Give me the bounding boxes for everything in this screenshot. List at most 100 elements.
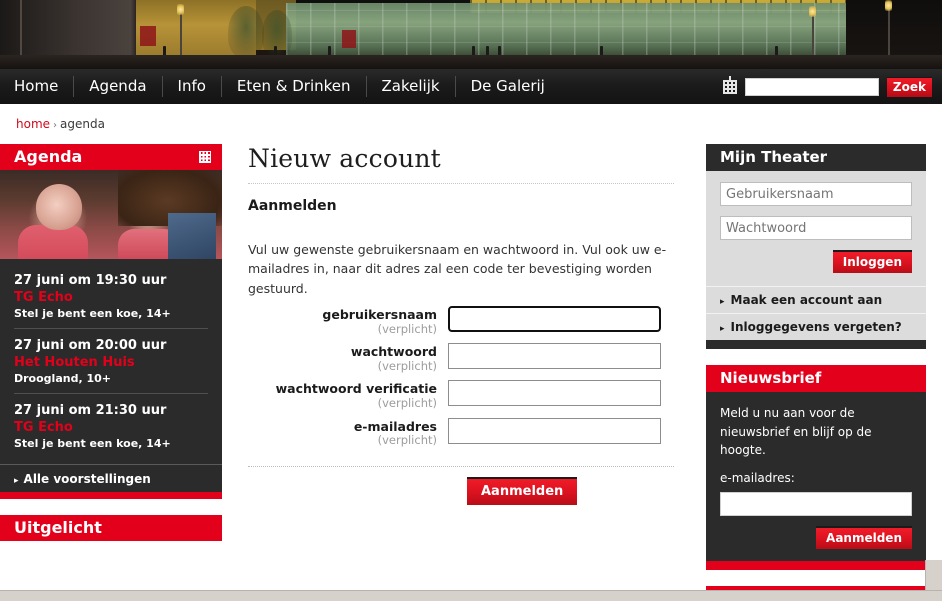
create-account-link[interactable]: ▸ Maak een account aan: [706, 286, 926, 313]
nieuwsbrief-footer: [706, 560, 926, 570]
agenda-item-date: 27 juni om 19:30 uur: [14, 273, 167, 288]
banner-lamp-glow-3: [885, 0, 892, 11]
left-sidebar: Agenda 27 juni om 19:30 uur TG Echo Stel…: [0, 144, 222, 557]
nieuwsbrief-header: Nieuwsbrief: [706, 365, 926, 392]
agenda-item-subtitle: Stel je bent een koe, 14+: [14, 437, 171, 450]
password-verify-required-note: (verplicht): [377, 395, 437, 410]
nieuwsbrief-email-input[interactable]: [720, 491, 912, 516]
main-navigation-bar: Home Agenda Info Eten & Drinken Zakelijk…: [0, 69, 942, 104]
all-performances-link[interactable]: ▸ Alle voorstellingen: [0, 464, 222, 492]
password-input[interactable]: [448, 343, 661, 370]
breadcrumb: home › agenda: [16, 117, 105, 131]
login-button-row: Inloggen: [720, 250, 912, 273]
nav-right-group: Zoek: [722, 75, 942, 97]
page-root: Home Agenda Info Eten & Drinken Zakelijk…: [0, 0, 942, 601]
agenda-item-title[interactable]: Het Houten Huis: [14, 355, 208, 370]
header-banner-image: [0, 0, 942, 69]
register-submit-button[interactable]: Aanmelden: [467, 476, 578, 505]
photo-denim-jacket: [168, 213, 216, 259]
agenda-item-title[interactable]: TG Echo: [14, 420, 208, 435]
agenda-item-title[interactable]: TG Echo: [14, 290, 208, 305]
nieuwsbrief-panel: Nieuwsbrief Meld u nu aan voor de nieuws…: [706, 365, 926, 570]
right-sidebar: Mijn Theater Inloggen ▸ Maak een account …: [706, 144, 926, 601]
banner-ground: [0, 55, 942, 69]
banner-red-poster-1: [140, 26, 156, 46]
agenda-item-date: 27 juni om 21:30 uur: [14, 403, 167, 418]
agenda-list-item[interactable]: 27 juni om 19:30 uur TG Echo Stel je ben…: [14, 267, 208, 328]
nieuwsbrief-subscribe-button[interactable]: Aanmelden: [816, 525, 912, 549]
agenda-item-subtitle: Stel je bent een koe, 14+: [14, 307, 171, 320]
agenda-item-subtitle: Droogland, 10+: [14, 372, 111, 385]
form-row-username: gebruikersnaam (verplicht): [248, 305, 674, 336]
form-divider: [248, 465, 674, 467]
form-label-password: wachtwoord (verplicht): [248, 343, 448, 373]
all-performances-label: Alle voorstellingen: [23, 472, 151, 486]
grid-icon[interactable]: [722, 75, 737, 94]
form-label-password-verify: wachtwoord verificatie (verplicht): [248, 380, 448, 410]
nieuwsbrief-text: Meld u nu aan voor de nieuwsbrief en bli…: [720, 406, 872, 458]
nav-item-agenda[interactable]: Agenda: [74, 76, 163, 97]
agenda-list-item[interactable]: 27 juni om 21:30 uur TG Echo Stel je ben…: [14, 393, 208, 458]
agenda-item-date: 27 juni om 20:00 uur: [14, 338, 167, 353]
banner-glass-facade: [286, 3, 846, 59]
form-row-email: e-mailadres (verplicht): [248, 417, 674, 448]
mijn-theater-body: Inloggen: [706, 171, 926, 286]
nav-item-eten-drinken[interactable]: Eten & Drinken: [222, 76, 367, 97]
username-label: gebruikersnaam: [322, 307, 437, 323]
form-label-username: gebruikersnaam (verplicht): [248, 306, 448, 336]
nieuwsbrief-button-row: Aanmelden: [720, 525, 912, 549]
photo-pig-mask: [36, 184, 82, 230]
featured-panel-header: Uitgelicht: [0, 515, 222, 541]
title-divider: [248, 183, 674, 184]
email-input[interactable]: [448, 417, 661, 444]
agenda-list-item[interactable]: 27 juni om 20:00 uur Het Houten Huis Dro…: [14, 328, 208, 393]
chevron-right-icon: ▸: [720, 324, 725, 334]
forgot-credentials-link[interactable]: ▸ Inloggegevens vergeten?: [706, 313, 926, 340]
username-input[interactable]: [447, 305, 662, 334]
mijn-theater-header: Mijn Theater: [706, 144, 926, 171]
submit-row: Aanmelden: [248, 476, 674, 505]
banner-lamp-glow-2: [809, 6, 816, 17]
login-button[interactable]: Inloggen: [832, 250, 912, 273]
nieuwsbrief-email-label: e-mailadres:: [720, 470, 795, 485]
mijn-theater-panel: Mijn Theater Inloggen ▸ Maak een account …: [706, 144, 926, 349]
form-intro-text: Vul uw gewenste gebruikersnaam en wachtw…: [248, 242, 667, 296]
nav-item-zakelijk[interactable]: Zakelijk: [367, 76, 456, 97]
calendar-grid-icon[interactable]: [199, 151, 211, 163]
create-account-label: Maak een account aan: [730, 293, 883, 307]
username-required-note: (verplicht): [377, 321, 437, 336]
password-verify-label: wachtwoord verificatie: [275, 381, 437, 397]
nav-item-home[interactable]: Home: [0, 76, 75, 97]
breadcrumb-separator: ›: [53, 120, 58, 131]
banner-red-poster-2: [342, 30, 356, 48]
featured-panel: Uitgelicht: [0, 515, 222, 541]
form-row-password: wachtwoord (verplicht): [248, 343, 674, 373]
agenda-panel: Agenda 27 juni om 19:30 uur TG Echo Stel…: [0, 144, 222, 499]
form-section-title: Aanmelden: [248, 198, 337, 214]
banner-tree-1: [228, 6, 264, 58]
password-label: wachtwoord: [350, 344, 437, 360]
page-title: Nieuw account: [248, 144, 441, 173]
nav-items: Home Agenda Info Eten & Drinken Zakelijk…: [0, 69, 560, 104]
breadcrumb-home-link[interactable]: home: [16, 117, 50, 131]
password-required-note: (verplicht): [377, 358, 437, 373]
email-label: e-mailadres: [353, 418, 437, 434]
agenda-promo-image[interactable]: [0, 170, 222, 259]
banner-lamp-glow-1: [177, 4, 184, 15]
search-input[interactable]: [744, 77, 879, 96]
nav-item-info[interactable]: Info: [163, 76, 222, 97]
forgot-credentials-label: Inloggegevens vergeten?: [730, 320, 902, 334]
form-row-password-verify: wachtwoord verificatie (verplicht): [248, 380, 674, 410]
password-verify-input[interactable]: [448, 380, 661, 407]
agenda-panel-footer: [0, 492, 222, 499]
search-button[interactable]: Zoek: [886, 76, 932, 97]
login-username-input[interactable]: [720, 182, 912, 206]
nav-item-de-galerij[interactable]: De Galerij: [456, 76, 560, 97]
banner-tree-2: [262, 10, 292, 58]
agenda-panel-header: Agenda: [0, 144, 222, 170]
banner-lamp-post-1: [180, 8, 182, 58]
chevron-right-icon: ▸: [720, 297, 725, 307]
login-password-input[interactable]: [720, 216, 912, 240]
nieuwsbrief-body: Meld u nu aan voor de nieuwsbrief en bli…: [706, 392, 926, 561]
horizontal-scrollbar[interactable]: [0, 590, 942, 601]
